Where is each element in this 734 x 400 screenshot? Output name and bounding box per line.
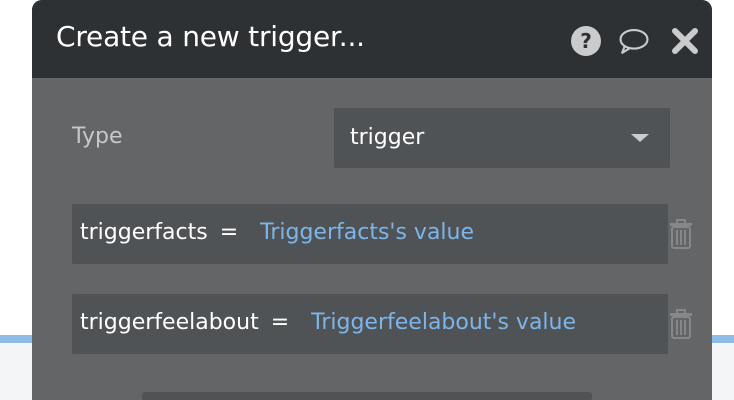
- field-row-triggerfacts: triggerfacts = Triggerfacts's value: [72, 204, 668, 264]
- type-dropdown[interactable]: trigger: [334, 108, 670, 168]
- close-icon[interactable]: [669, 25, 701, 57]
- type-label: Type: [72, 124, 123, 149]
- modal-title: Create a new trigger...: [56, 20, 365, 53]
- field-row-triggerfeelabout: triggerfeelabout = Triggerfeelabout's valu…: [72, 294, 668, 354]
- add-field-control-partial[interactable]: [142, 392, 592, 400]
- svg-text:?: ?: [580, 29, 592, 53]
- chevron-down-icon: [631, 134, 649, 142]
- field-expression: triggerfacts = Triggerfacts's value: [80, 220, 474, 245]
- help-icon[interactable]: ?: [570, 25, 602, 57]
- create-trigger-modal: Create a new trigger... ? Type trigger t…: [32, 0, 712, 400]
- comment-icon[interactable]: [618, 25, 650, 57]
- field-expression: triggerfeelabout = Triggerfeelabout's valu…: [80, 310, 576, 335]
- field-value-link[interactable]: Triggerfacts's value: [260, 220, 474, 245]
- modal-header: Create a new trigger... ?: [32, 0, 712, 78]
- field-name: triggerfeelabout: [80, 310, 259, 335]
- field-operator: =: [270, 310, 290, 335]
- field-value-link[interactable]: Triggerfeelabout's value: [311, 310, 576, 335]
- type-dropdown-value: trigger: [350, 125, 425, 150]
- trash-icon[interactable]: [668, 309, 694, 339]
- field-operator: =: [219, 220, 239, 245]
- field-name: triggerfacts: [80, 220, 208, 245]
- trash-icon[interactable]: [668, 219, 694, 249]
